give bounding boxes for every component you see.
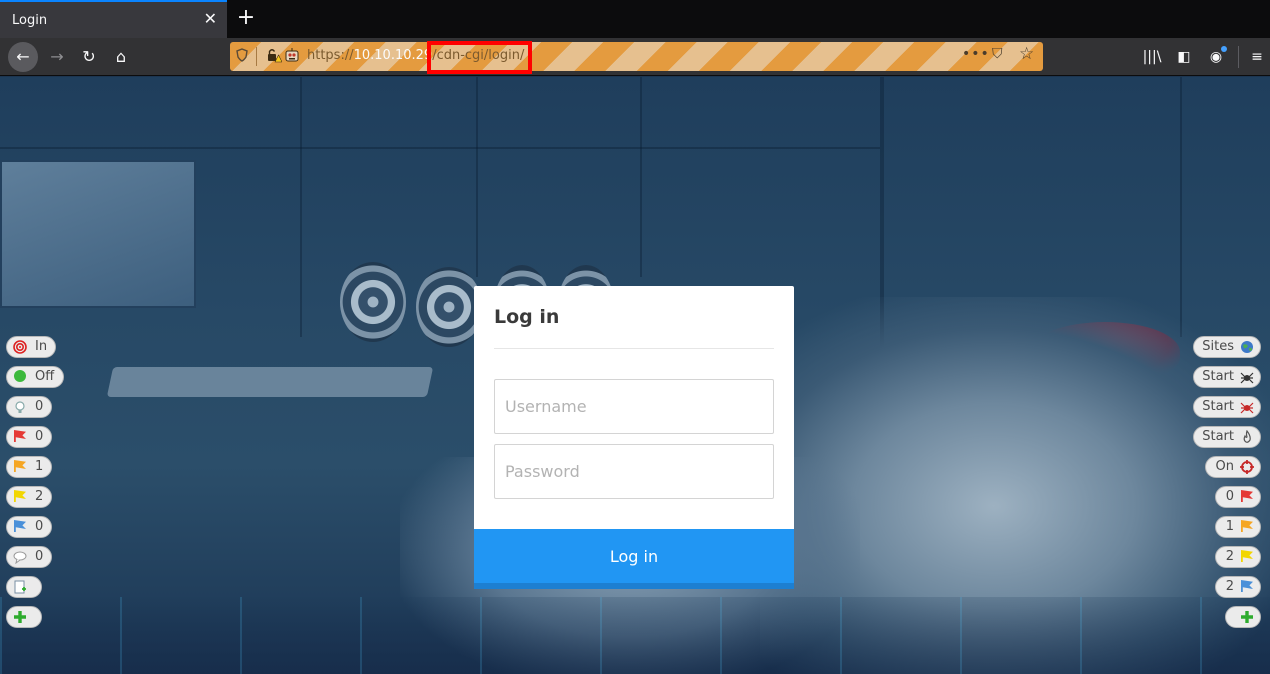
login-button[interactable]: Log in	[474, 529, 794, 589]
comments-count-button[interactable]: 0	[6, 546, 52, 568]
bulb-icon	[13, 400, 27, 414]
globe-icon	[1240, 340, 1254, 354]
floor-grid	[0, 597, 1270, 674]
wheel-image	[340, 262, 406, 342]
back-button[interactable]: ←	[8, 42, 38, 72]
orange-flag-count-button[interactable]: 1	[6, 456, 52, 478]
pill-label: On	[1215, 459, 1234, 474]
blue-flag-icon	[13, 520, 27, 534]
wall-panel-line	[476, 77, 478, 277]
pill-label: Start	[1202, 429, 1234, 444]
login-title: Log in	[494, 306, 560, 328]
red-alerts-button[interactable]: 0	[1215, 486, 1261, 508]
toolbar-divider	[1238, 46, 1239, 68]
flame-icon	[1240, 429, 1254, 444]
insecure-lock-icon[interactable]	[266, 47, 283, 66]
orange-flag-icon	[13, 460, 27, 474]
robot-icon[interactable]	[283, 47, 301, 67]
password-input[interactable]	[494, 444, 774, 499]
orange-flag-icon	[1240, 520, 1254, 534]
pill-label: Start	[1202, 369, 1234, 384]
add-left-button[interactable]	[6, 606, 42, 628]
sites-button[interactable]: Sites	[1193, 336, 1261, 358]
url-path-highlight	[427, 41, 532, 74]
new-note-icon	[13, 580, 27, 594]
pill-label: 0	[35, 549, 44, 564]
username-input[interactable]	[494, 379, 774, 434]
tab-title: Login	[12, 13, 48, 28]
add-right-button[interactable]	[1225, 606, 1261, 628]
pill-label: 1	[35, 459, 44, 474]
spider-start-button[interactable]: Start	[1193, 366, 1261, 388]
navigation-toolbar: ← → ↻ ⌂ https://10.10.10.29/cdn-cgi/logi…	[0, 38, 1270, 76]
pill-label: In	[35, 339, 48, 354]
wheel-image	[416, 267, 482, 347]
comment-icon	[13, 550, 27, 565]
scope-in-button[interactable]: In	[6, 336, 56, 358]
blue-alerts-button[interactable]: 2	[1215, 576, 1261, 598]
close-tab-icon[interactable]: ✕	[204, 11, 217, 27]
yellow-flag-icon	[1240, 550, 1254, 564]
page-actions-icon[interactable]: •••	[962, 46, 990, 62]
yellow-alerts-button[interactable]: 2	[1215, 546, 1261, 568]
display-counter-image	[106, 367, 434, 397]
pill-label: 0	[1225, 489, 1234, 504]
pill-label: 2	[1225, 579, 1234, 594]
active-scan-start-button[interactable]: Start	[1193, 396, 1261, 418]
url-host: 10.10.10.2	[353, 48, 424, 63]
url-bar[interactable]: https://10.10.10.29/cdn-cgi/login/ ••• ⛉…	[230, 42, 1043, 71]
login-card: Log in Log in	[474, 286, 794, 589]
bookmark-star-icon[interactable]: ☆	[1019, 44, 1034, 64]
ideas-count-button[interactable]: 0	[6, 396, 52, 418]
hamburger-menu-icon[interactable]: ≡	[1247, 47, 1267, 67]
sidebar-icon[interactable]: ◧	[1174, 47, 1194, 67]
library-icon[interactable]: |||\	[1142, 47, 1162, 67]
pill-label: 2	[35, 489, 44, 504]
pill-label: 2	[1225, 549, 1234, 564]
spider-icon	[1240, 370, 1254, 384]
red-flag-icon	[13, 430, 27, 444]
tab-login[interactable]: Login ✕	[0, 0, 227, 38]
new-tab-button[interactable]: +	[234, 6, 258, 32]
orange-alerts-button[interactable]: 1	[1215, 516, 1261, 538]
toggle-off-button[interactable]: Off	[6, 366, 64, 388]
pill-label: Sites	[1202, 339, 1234, 354]
target-icon	[13, 340, 27, 354]
account-notification-dot	[1221, 46, 1227, 52]
blue-flag-count-button[interactable]: 0	[6, 516, 52, 538]
pill-label: 0	[35, 399, 44, 414]
title-divider	[494, 348, 774, 349]
pill-label: Off	[35, 369, 55, 384]
green-dot-icon	[13, 370, 27, 384]
wall-panel-line	[300, 77, 302, 337]
crosshair-icon	[1240, 460, 1254, 474]
display-screen-image	[0, 160, 196, 308]
pocket-icon[interactable]: ⛉	[992, 46, 1003, 62]
pill-label: 1	[1225, 519, 1234, 534]
yellow-flag-icon	[13, 490, 27, 504]
tracking-shield-icon[interactable]	[236, 48, 250, 64]
yellow-flag-count-button[interactable]: 2	[6, 486, 52, 508]
url-divider	[256, 47, 257, 66]
pill-label: 0	[35, 519, 44, 534]
wall-panel-line	[640, 77, 642, 277]
home-button[interactable]: ⌂	[106, 42, 136, 72]
tab-strip: Login ✕ +	[0, 0, 1270, 38]
fuzz-start-button[interactable]: Start	[1193, 426, 1261, 448]
pill-label: Start	[1202, 399, 1234, 414]
red-spider-icon	[1240, 400, 1254, 414]
plus-icon	[13, 610, 27, 624]
wall-panel-line	[0, 147, 880, 149]
forward-button[interactable]: →	[42, 42, 72, 72]
red-flag-count-button[interactable]: 0	[6, 426, 52, 448]
plus-icon	[1240, 610, 1254, 624]
intercept-on-button[interactable]: On	[1205, 456, 1261, 478]
new-note-button[interactable]	[6, 576, 42, 598]
pill-label: 0	[35, 429, 44, 444]
url-scheme: https://	[307, 48, 354, 63]
blue-flag-icon	[1240, 580, 1254, 594]
reload-button[interactable]: ↻	[74, 42, 104, 72]
red-flag-icon	[1240, 490, 1254, 504]
